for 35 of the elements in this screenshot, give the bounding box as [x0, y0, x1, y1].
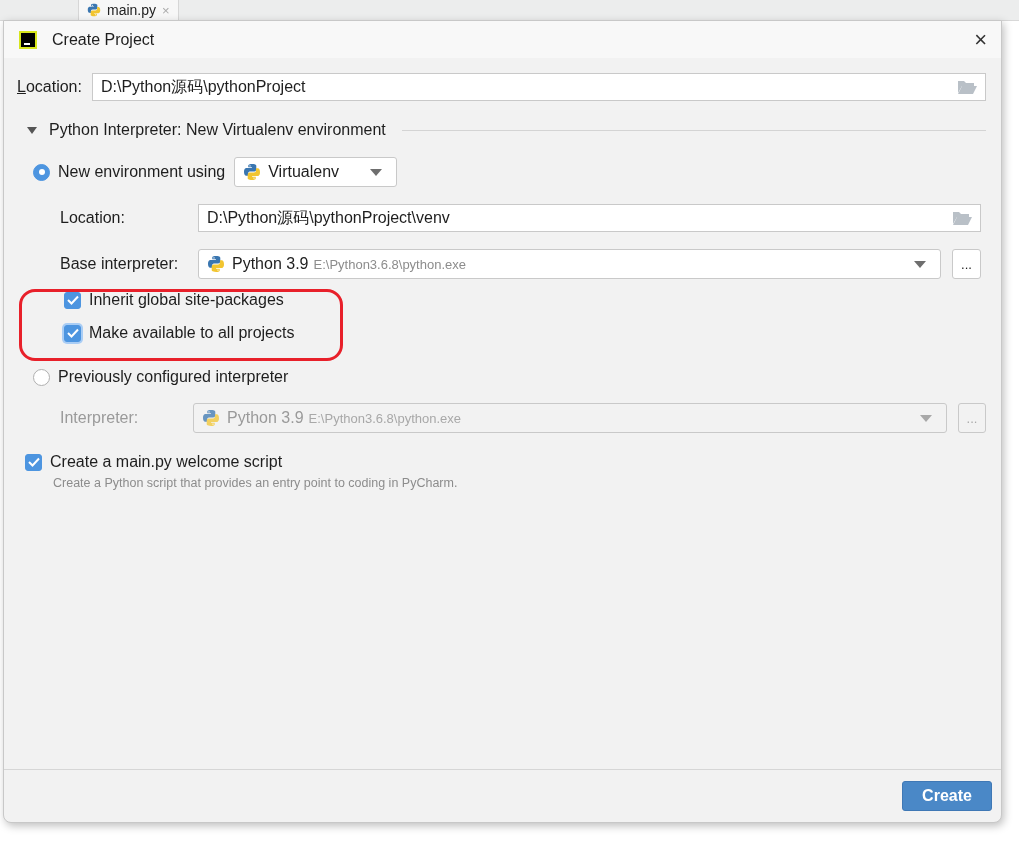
- project-location-field[interactable]: D:\Python源码\pythonProject: [91, 73, 986, 101]
- browse-button[interactable]: ...: [952, 249, 981, 279]
- checkbox-label: Inherit global site-packages: [89, 291, 284, 309]
- checkbox[interactable]: [64, 324, 81, 342]
- field-label: Location:: [60, 209, 126, 227]
- window-title: Create Project: [52, 30, 156, 49]
- checkbox[interactable]: [25, 453, 42, 471]
- python-icon: [202, 409, 221, 427]
- checkbox-label: Create a main.py welcome script: [50, 453, 283, 471]
- field-label: Location:: [17, 78, 82, 96]
- app-logo-icon: [19, 30, 37, 49]
- close-icon[interactable]: ×: [974, 28, 987, 51]
- environment-dropdown[interactable]: Virtualenv: [234, 157, 398, 187]
- python-icon: [87, 3, 101, 17]
- field-label: Base interpreter:: [60, 255, 180, 273]
- dropdown-caret-icon: [370, 168, 383, 176]
- dropdown-caret-icon: [919, 414, 932, 422]
- radio-label: New environment using: [58, 163, 226, 181]
- create-button[interactable]: Create: [902, 781, 992, 811]
- dropdown-caret-icon: [914, 260, 926, 268]
- base-interpreter-dropdown[interactable]: Python 3.9 E:\Python3.6.8\python.exe: [198, 249, 941, 279]
- virtualenv-icon: [243, 163, 262, 181]
- tab-label: main.py: [107, 2, 157, 18]
- folder-icon[interactable]: [958, 80, 977, 94]
- radio-label: Previously configured interpreter: [58, 368, 289, 386]
- editor-tab[interactable]: main.py ×: [78, 0, 179, 20]
- hint-text: Create a Python script that provides an entry point to coding in PyCharm.: [53, 476, 459, 490]
- field-label: Interpreter:: [60, 409, 140, 427]
- venv-location-field[interactable]: D:\Python源码\pythonProject\venv: [198, 204, 981, 232]
- radio-button[interactable]: [33, 163, 50, 181]
- expand-triangle-icon[interactable]: [27, 126, 37, 134]
- section-title: Python Interpreter: New Virtualenv environment: [49, 121, 386, 139]
- checkbox-label: Make available to all projects: [89, 324, 295, 342]
- python-icon: [207, 255, 225, 273]
- folder-icon[interactable]: [953, 211, 972, 225]
